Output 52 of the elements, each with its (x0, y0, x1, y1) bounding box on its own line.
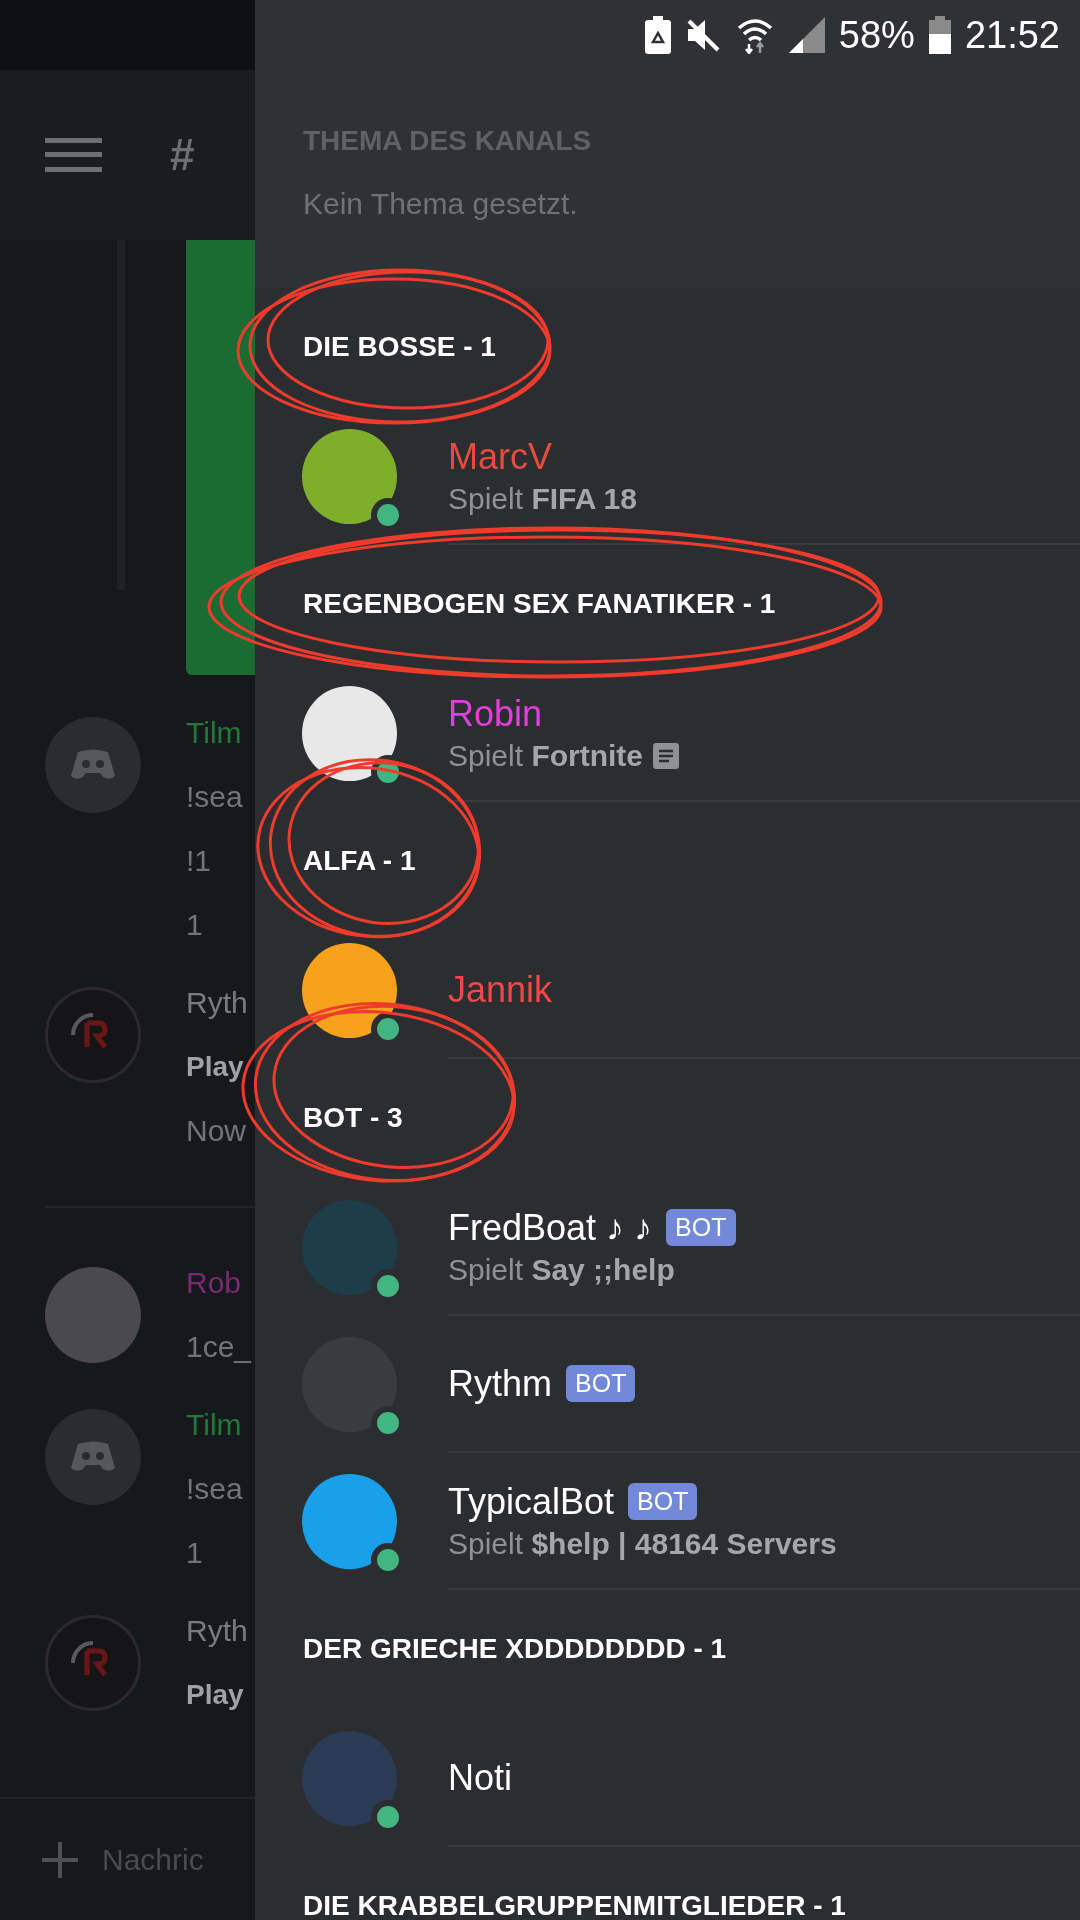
battery-icon (928, 16, 951, 54)
member-name: FredBoat ♪ ♪ (448, 1206, 653, 1249)
message-text: Play (186, 1678, 245, 1712)
message-text: 1 (186, 1535, 204, 1571)
role-heading: ALFA - 1 (303, 845, 416, 876)
topic-text: Kein Thema gesetzt. (303, 187, 579, 221)
controller-icon (70, 1440, 116, 1474)
activity-text: Spielt Say ;;help (448, 1252, 675, 1287)
member-name: Rythm (448, 1362, 552, 1405)
role-heading: DIE KRABBELGRUPPENMITGLIEDER - 1 (303, 1890, 846, 1920)
member-row[interactable]: TypicalBot BOT Spielt $help | 48164 Servers (255, 1453, 1080, 1590)
member-row[interactable]: FredBoat ♪ ♪ BOT Spielt Say ;;help (255, 1179, 1080, 1316)
role-heading: DER GRIECHE XDDDDDDDD - 1 (303, 1633, 727, 1664)
bot-tag: BOT (566, 1365, 636, 1402)
message-text: Play (186, 1050, 245, 1084)
battery-saver-icon (644, 16, 671, 54)
battery-percent: 58% (838, 13, 915, 57)
author-name: Rob (186, 1265, 243, 1301)
author-name: Tilm (186, 715, 243, 751)
member-row[interactable]: Jannik (255, 922, 1080, 1059)
author-name: Tilm (186, 1407, 243, 1443)
message-text: 1ce_ (186, 1329, 252, 1365)
author-name: Ryth (186, 985, 248, 1021)
clock-time: 21:52 (964, 13, 1060, 57)
message-text: !sea (186, 779, 243, 815)
member-row[interactable]: MarcV Spielt FIFA 18 (255, 408, 1080, 545)
activity-text: Spielt $help | 48164 Servers (448, 1526, 837, 1561)
bot-tag: BOT (628, 1483, 698, 1520)
message-text: Now (186, 1113, 247, 1149)
member-name: MarcV (448, 435, 552, 478)
message-text: 1 (186, 907, 204, 943)
member-row[interactable]: Noti (255, 1710, 1080, 1847)
channel-title: # (170, 130, 195, 180)
member-name: Robin (448, 692, 543, 735)
message-text: !1 (186, 843, 213, 879)
member-row[interactable]: Rythm BOT (255, 1316, 1080, 1453)
menu-icon[interactable] (45, 138, 102, 172)
role-heading: BOT - 3 (303, 1102, 403, 1133)
member-name: Jannik (448, 968, 553, 1011)
message-text: !sea (186, 1471, 243, 1507)
bot-tag: BOT (666, 1209, 736, 1246)
plus-icon[interactable] (40, 1839, 80, 1880)
author-name: Ryth (186, 1613, 248, 1649)
controller-icon (70, 748, 116, 782)
member-name: TypicalBot (448, 1480, 615, 1523)
activity-text: Spielt FIFA 18 (448, 481, 637, 516)
member-row[interactable]: Robin Spielt Fortnite (255, 665, 1080, 802)
member-name: Noti (448, 1756, 513, 1799)
role-heading: REGENBOGEN SEX FANATIKER - 1 (303, 588, 776, 619)
activity-text: Spielt Fortnite (448, 738, 644, 773)
signal-icon (788, 17, 825, 53)
role-heading: DIE BOSSE - 1 (303, 331, 496, 362)
